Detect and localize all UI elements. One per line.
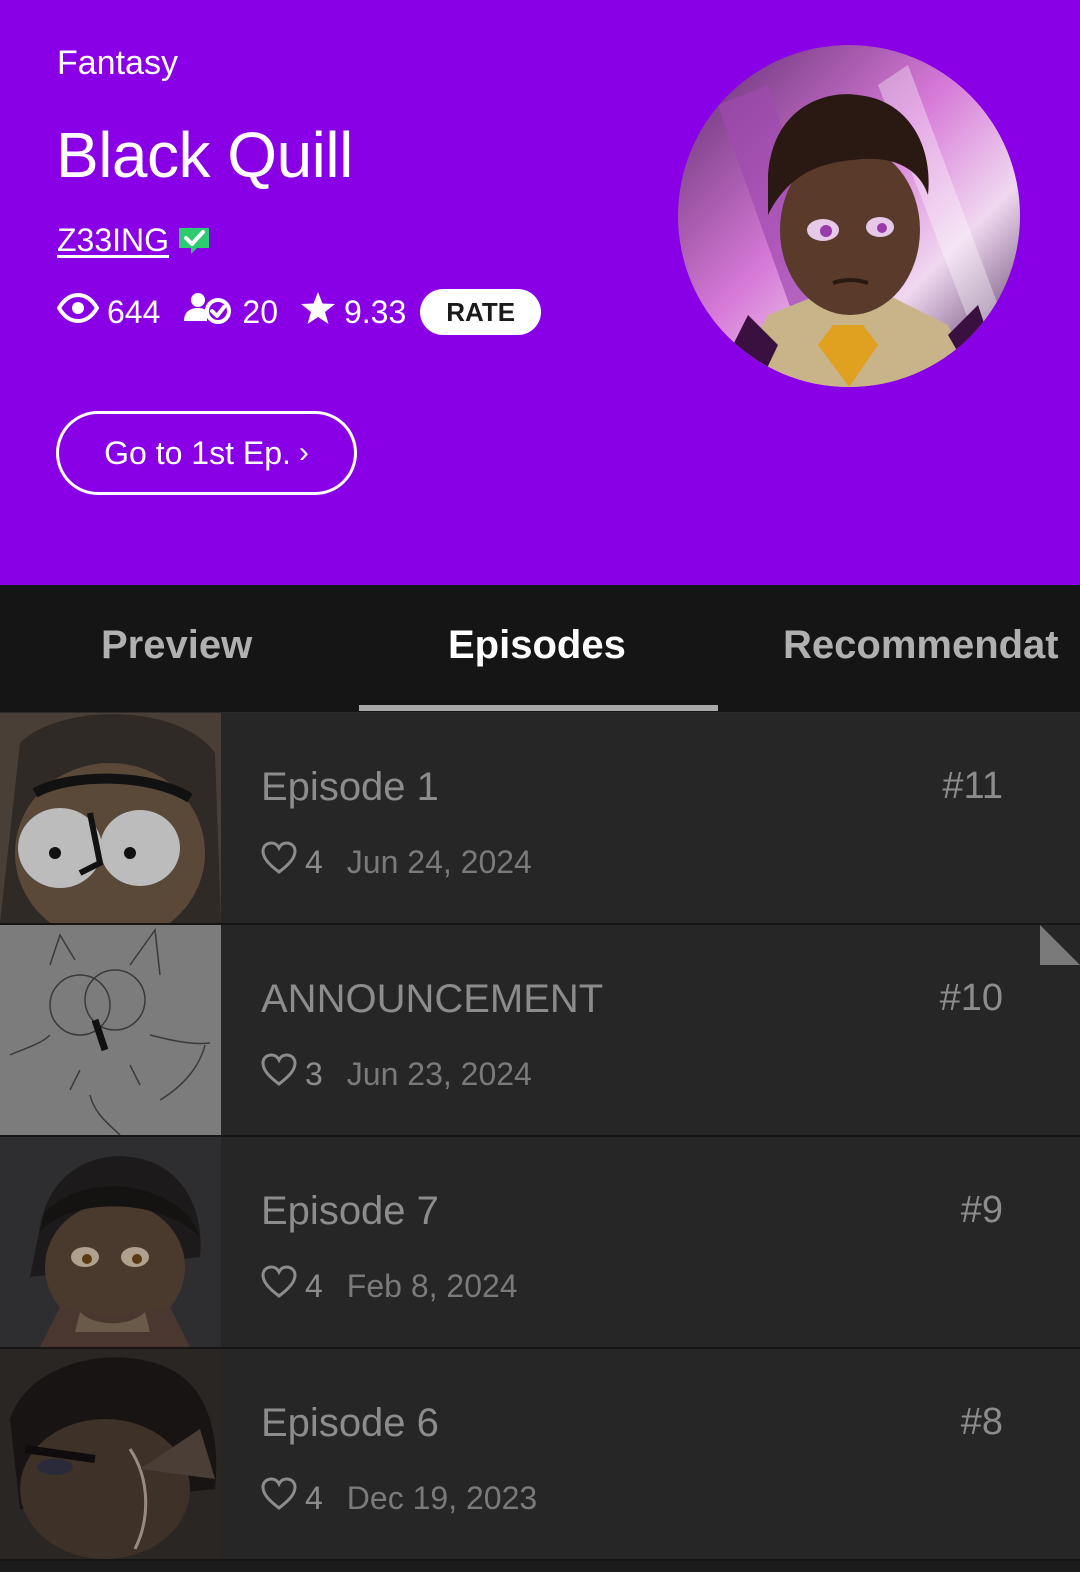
views-stat: 644 [56,292,161,331]
episode-number: #11 [942,765,1003,807]
heart-icon [261,1477,297,1519]
episode-date: Jun 23, 2024 [346,1055,532,1092]
author-row: Z33ING [57,222,211,259]
episode-row[interactable]: Episode 7 #9 4 Feb 8, 2024 [0,1137,1080,1349]
episode-meta: 4 Feb 8, 2024 [261,1265,518,1307]
author-link[interactable]: Z33ING [57,222,169,259]
episode-thumbnail [0,1137,221,1347]
series-header: Fantasy Black Quill Z33ING 644 20 9.33 R… [0,0,1080,585]
tab-episodes[interactable]: Episodes [448,623,626,668]
episode-date: Feb 8, 2024 [346,1267,518,1304]
episode-title: Episode 6 [261,1401,439,1445]
episode-row[interactable]: Episode 6 #8 4 Dec 19, 2023 [0,1349,1080,1561]
episode-thumbnail [0,1349,221,1559]
episode-date: Dec 19, 2023 [346,1479,538,1516]
episode-title: ANNOUNCEMENT [261,977,604,1021]
heart-icon [261,1053,297,1095]
episode-thumbnail [0,713,221,923]
heart-icon [261,1265,297,1307]
episode-row[interactable]: Episode 1 #11 4 Jun 24, 2024 [0,713,1080,925]
views-count: 644 [107,293,161,330]
series-cover-image [678,45,1020,387]
episode-thumbnail [0,925,221,1135]
stats-row: 644 20 9.33 RATE [56,288,542,336]
tab-bar: Preview Episodes Recommendat [0,585,1080,713]
episode-likes: 3 [305,1055,323,1092]
go-to-first-episode-button[interactable]: Go to 1st Ep. › [56,411,357,495]
episode-date: Jun 24, 2024 [346,843,532,880]
subscribers-count: 20 [242,293,278,330]
subscribers-stat: 20 [182,291,278,333]
episode-likes: 4 [305,843,323,880]
rating-value: 9.33 [343,293,407,330]
verified-icon [177,226,211,256]
episode-row[interactable]: ANNOUNCEMENT #10 3 Jun 23, 2024 [0,925,1080,1137]
episode-number: #8 [960,1401,1003,1443]
episode-title: Episode 7 [261,1189,439,1233]
episode-likes: 4 [305,1267,323,1304]
episode-likes: 4 [305,1479,323,1516]
rate-button[interactable]: RATE [420,289,542,335]
first-episode-label: Go to 1st Ep. [104,434,291,471]
eye-icon [56,292,107,331]
genre-label: Fantasy [57,44,178,82]
episode-list: Episode 1 #11 4 Jun 24, 2024 ANNOUNCEMEN… [0,713,1080,1561]
subscribers-icon [182,291,242,333]
episode-meta: 4 Jun 24, 2024 [261,841,532,883]
star-icon [300,291,344,333]
tab-recommendations[interactable]: Recommendat [783,623,1059,668]
episode-number: #9 [960,1189,1003,1231]
series-title: Black Quill [56,119,353,191]
chevron-right-icon: › [298,436,309,469]
episode-title: Episode 1 [261,765,439,809]
heart-icon [261,841,297,883]
episode-meta: 4 Dec 19, 2023 [261,1477,537,1519]
episode-meta: 3 Jun 23, 2024 [261,1053,532,1095]
rating-stat: 9.33 [300,291,406,333]
page-corner-icon [1040,925,1080,965]
episode-number: #10 [939,977,1003,1019]
active-tab-indicator [359,705,718,711]
tab-preview[interactable]: Preview [101,623,252,668]
